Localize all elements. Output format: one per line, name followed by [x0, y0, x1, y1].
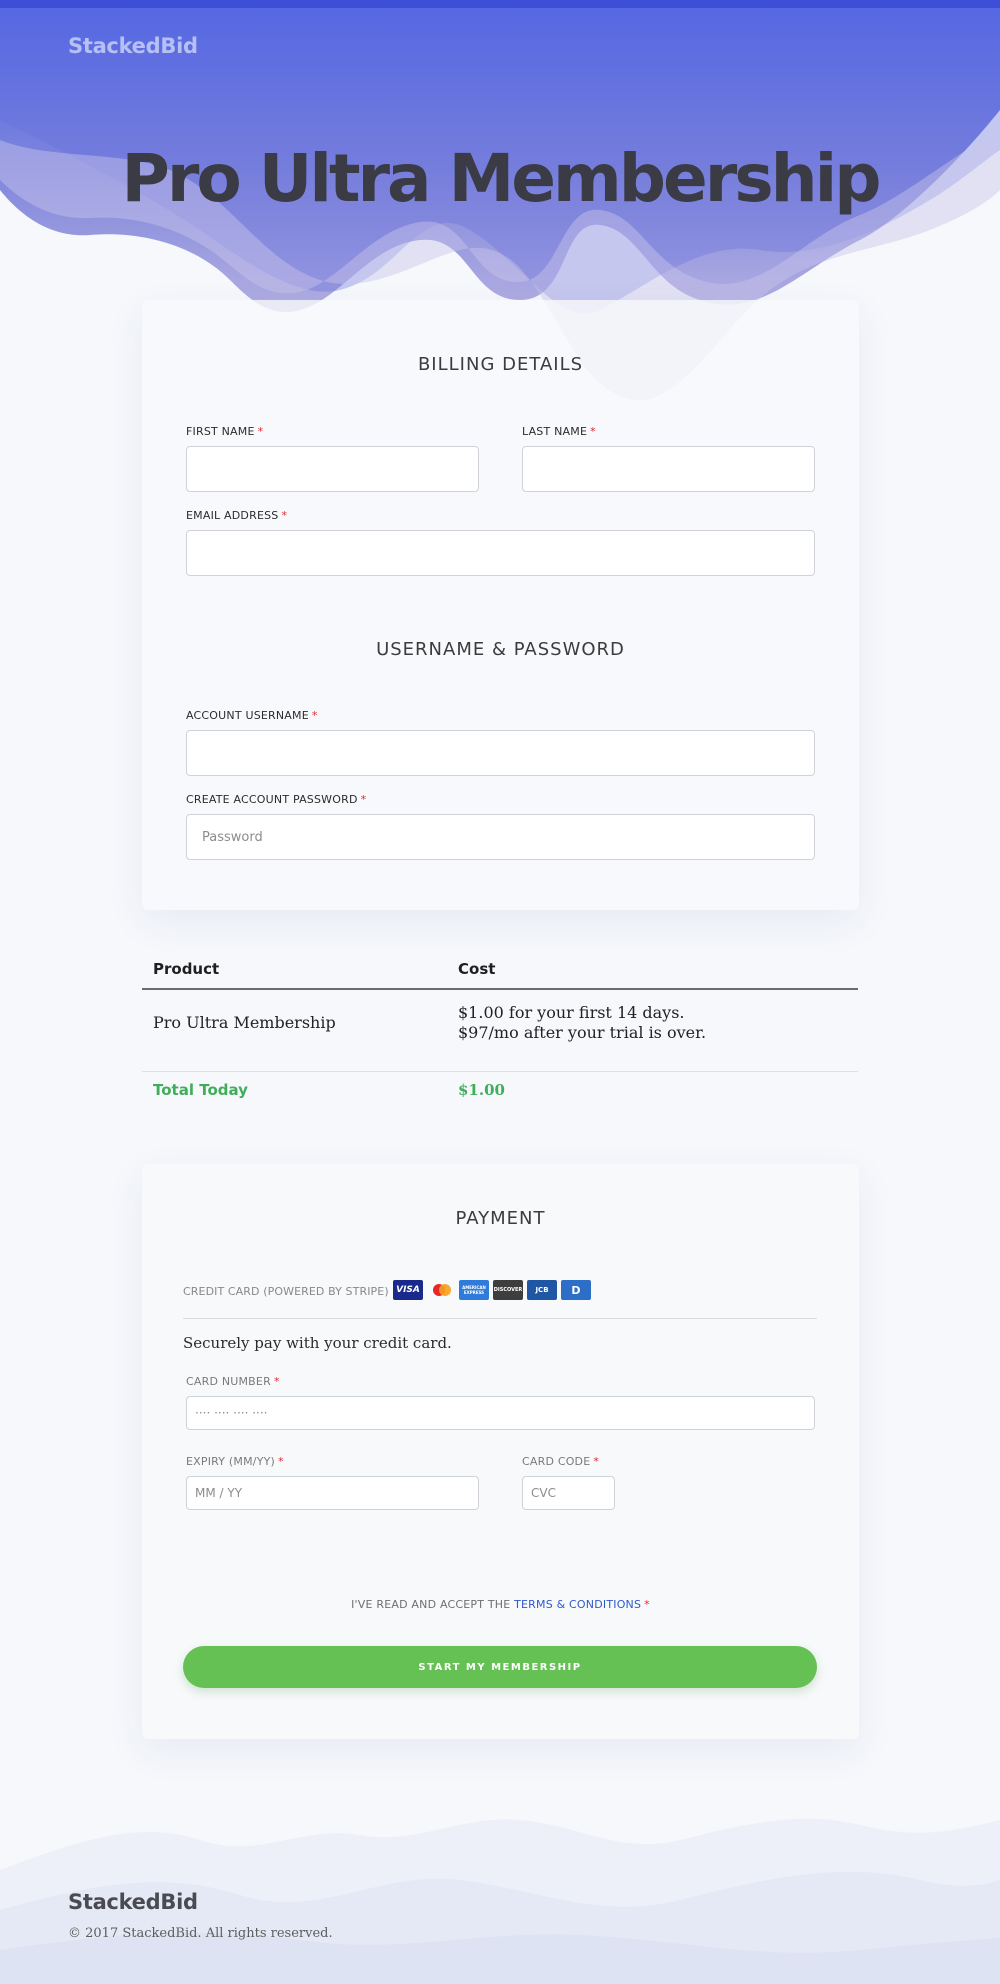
product-cell: Pro Ultra Membership [153, 1013, 336, 1032]
cost-column-header: Cost [458, 960, 496, 978]
required-marker: * [257, 425, 264, 438]
expiry-label: EXPIRY (MM/YY) * [186, 1455, 284, 1468]
password-input[interactable] [186, 814, 815, 860]
card-number-label: CARD NUMBER * [186, 1375, 280, 1388]
password-label-text: CREATE ACCOUNT PASSWORD [186, 793, 358, 806]
visa-icon: VISA [393, 1280, 423, 1300]
expiry-label-text: EXPIRY (MM/YY) [186, 1455, 276, 1468]
payment-card: PAYMENT CREDIT CARD (POWERED BY STRIPE) … [142, 1164, 859, 1739]
amex-icon: AMERICAN EXPRESS [459, 1280, 489, 1300]
footer: StackedBid © 2017 StackedBid. All rights… [0, 1800, 1000, 1984]
billing-card: BILLING DETAILS FIRST NAME * LAST NAME * E… [142, 300, 859, 910]
required-marker: * [278, 1455, 284, 1468]
footer-brand-logo[interactable]: StackedBid [68, 1890, 198, 1914]
card-code-input[interactable] [522, 1476, 615, 1510]
discover-icon: DISCOVER [493, 1280, 523, 1300]
required-marker: * [273, 1375, 280, 1388]
email-label-text: EMAIL ADDRESS [186, 509, 279, 522]
diners-club-icon: D [561, 1280, 591, 1300]
start-membership-button[interactable]: START MY MEMBERSHIP [183, 1646, 817, 1688]
table-header-divider [142, 988, 858, 990]
required-marker: * [593, 1455, 600, 1468]
mastercard-circles [433, 1284, 451, 1296]
card-code-label-text: CARD CODE [522, 1455, 591, 1468]
mastercard-icon [427, 1280, 457, 1300]
required-marker: * [311, 709, 318, 722]
expiry-input[interactable] [186, 1476, 479, 1510]
required-marker: * [360, 793, 367, 806]
cost-line-2: $97/mo after your trial is over. [458, 1023, 707, 1042]
required-marker: * [281, 509, 288, 522]
username-label-text: ACCOUNT USERNAME [186, 709, 309, 722]
payment-heading: PAYMENT [455, 1208, 546, 1229]
total-today-value: $1.00 [458, 1081, 505, 1099]
credit-card-method-label: CREDIT CARD (POWERED BY STRIPE) [183, 1285, 389, 1298]
password-label: CREATE ACCOUNT PASSWORD * [186, 793, 366, 806]
card-number-label-text: CARD NUMBER [186, 1375, 271, 1388]
brand-logo[interactable]: StackedBid [68, 34, 198, 58]
terms-acceptance: I'VE READ AND ACCEPT THE TERMS & CONDITI… [142, 1598, 859, 1611]
first-name-label: FIRST NAME * [186, 425, 263, 438]
terms-conditions-link[interactable]: TERMS & CONDITIONS [514, 1598, 641, 1611]
first-name-label-text: FIRST NAME [186, 425, 255, 438]
billing-details-heading: BILLING DETAILS [417, 354, 584, 375]
total-today-label: Total Today [153, 1081, 248, 1099]
card-number-input[interactable] [186, 1396, 815, 1430]
page-title: Pro Ultra Membership [121, 140, 882, 217]
last-name-label-text: LAST NAME [522, 425, 588, 438]
email-label: EMAIL ADDRESS * [186, 509, 287, 522]
copyright-text: © 2017 StackedBid. All rights reserved. [68, 1926, 333, 1941]
terms-prefix-text: I'VE READ AND ACCEPT THE [351, 1598, 511, 1611]
email-input[interactable] [186, 530, 815, 576]
last-name-input[interactable] [522, 446, 815, 492]
product-column-header: Product [153, 960, 220, 978]
username-label: ACCOUNT USERNAME * [186, 709, 318, 722]
required-marker: * [644, 1598, 650, 1611]
card-code-label: CARD CODE * [522, 1455, 599, 1468]
required-marker: * [590, 425, 596, 438]
payment-divider [183, 1318, 817, 1319]
username-input[interactable] [186, 730, 815, 776]
table-row-divider [142, 1071, 858, 1072]
jcb-icon: JCB [527, 1280, 557, 1300]
username-password-heading: USERNAME & PASSWORD [376, 639, 625, 660]
cost-line-1: $1.00 for your first 14 days. [458, 1003, 685, 1022]
first-name-input[interactable] [186, 446, 479, 492]
last-name-label: LAST NAME * [522, 425, 596, 438]
secure-payment-text: Securely pay with your credit card. [183, 1334, 452, 1352]
